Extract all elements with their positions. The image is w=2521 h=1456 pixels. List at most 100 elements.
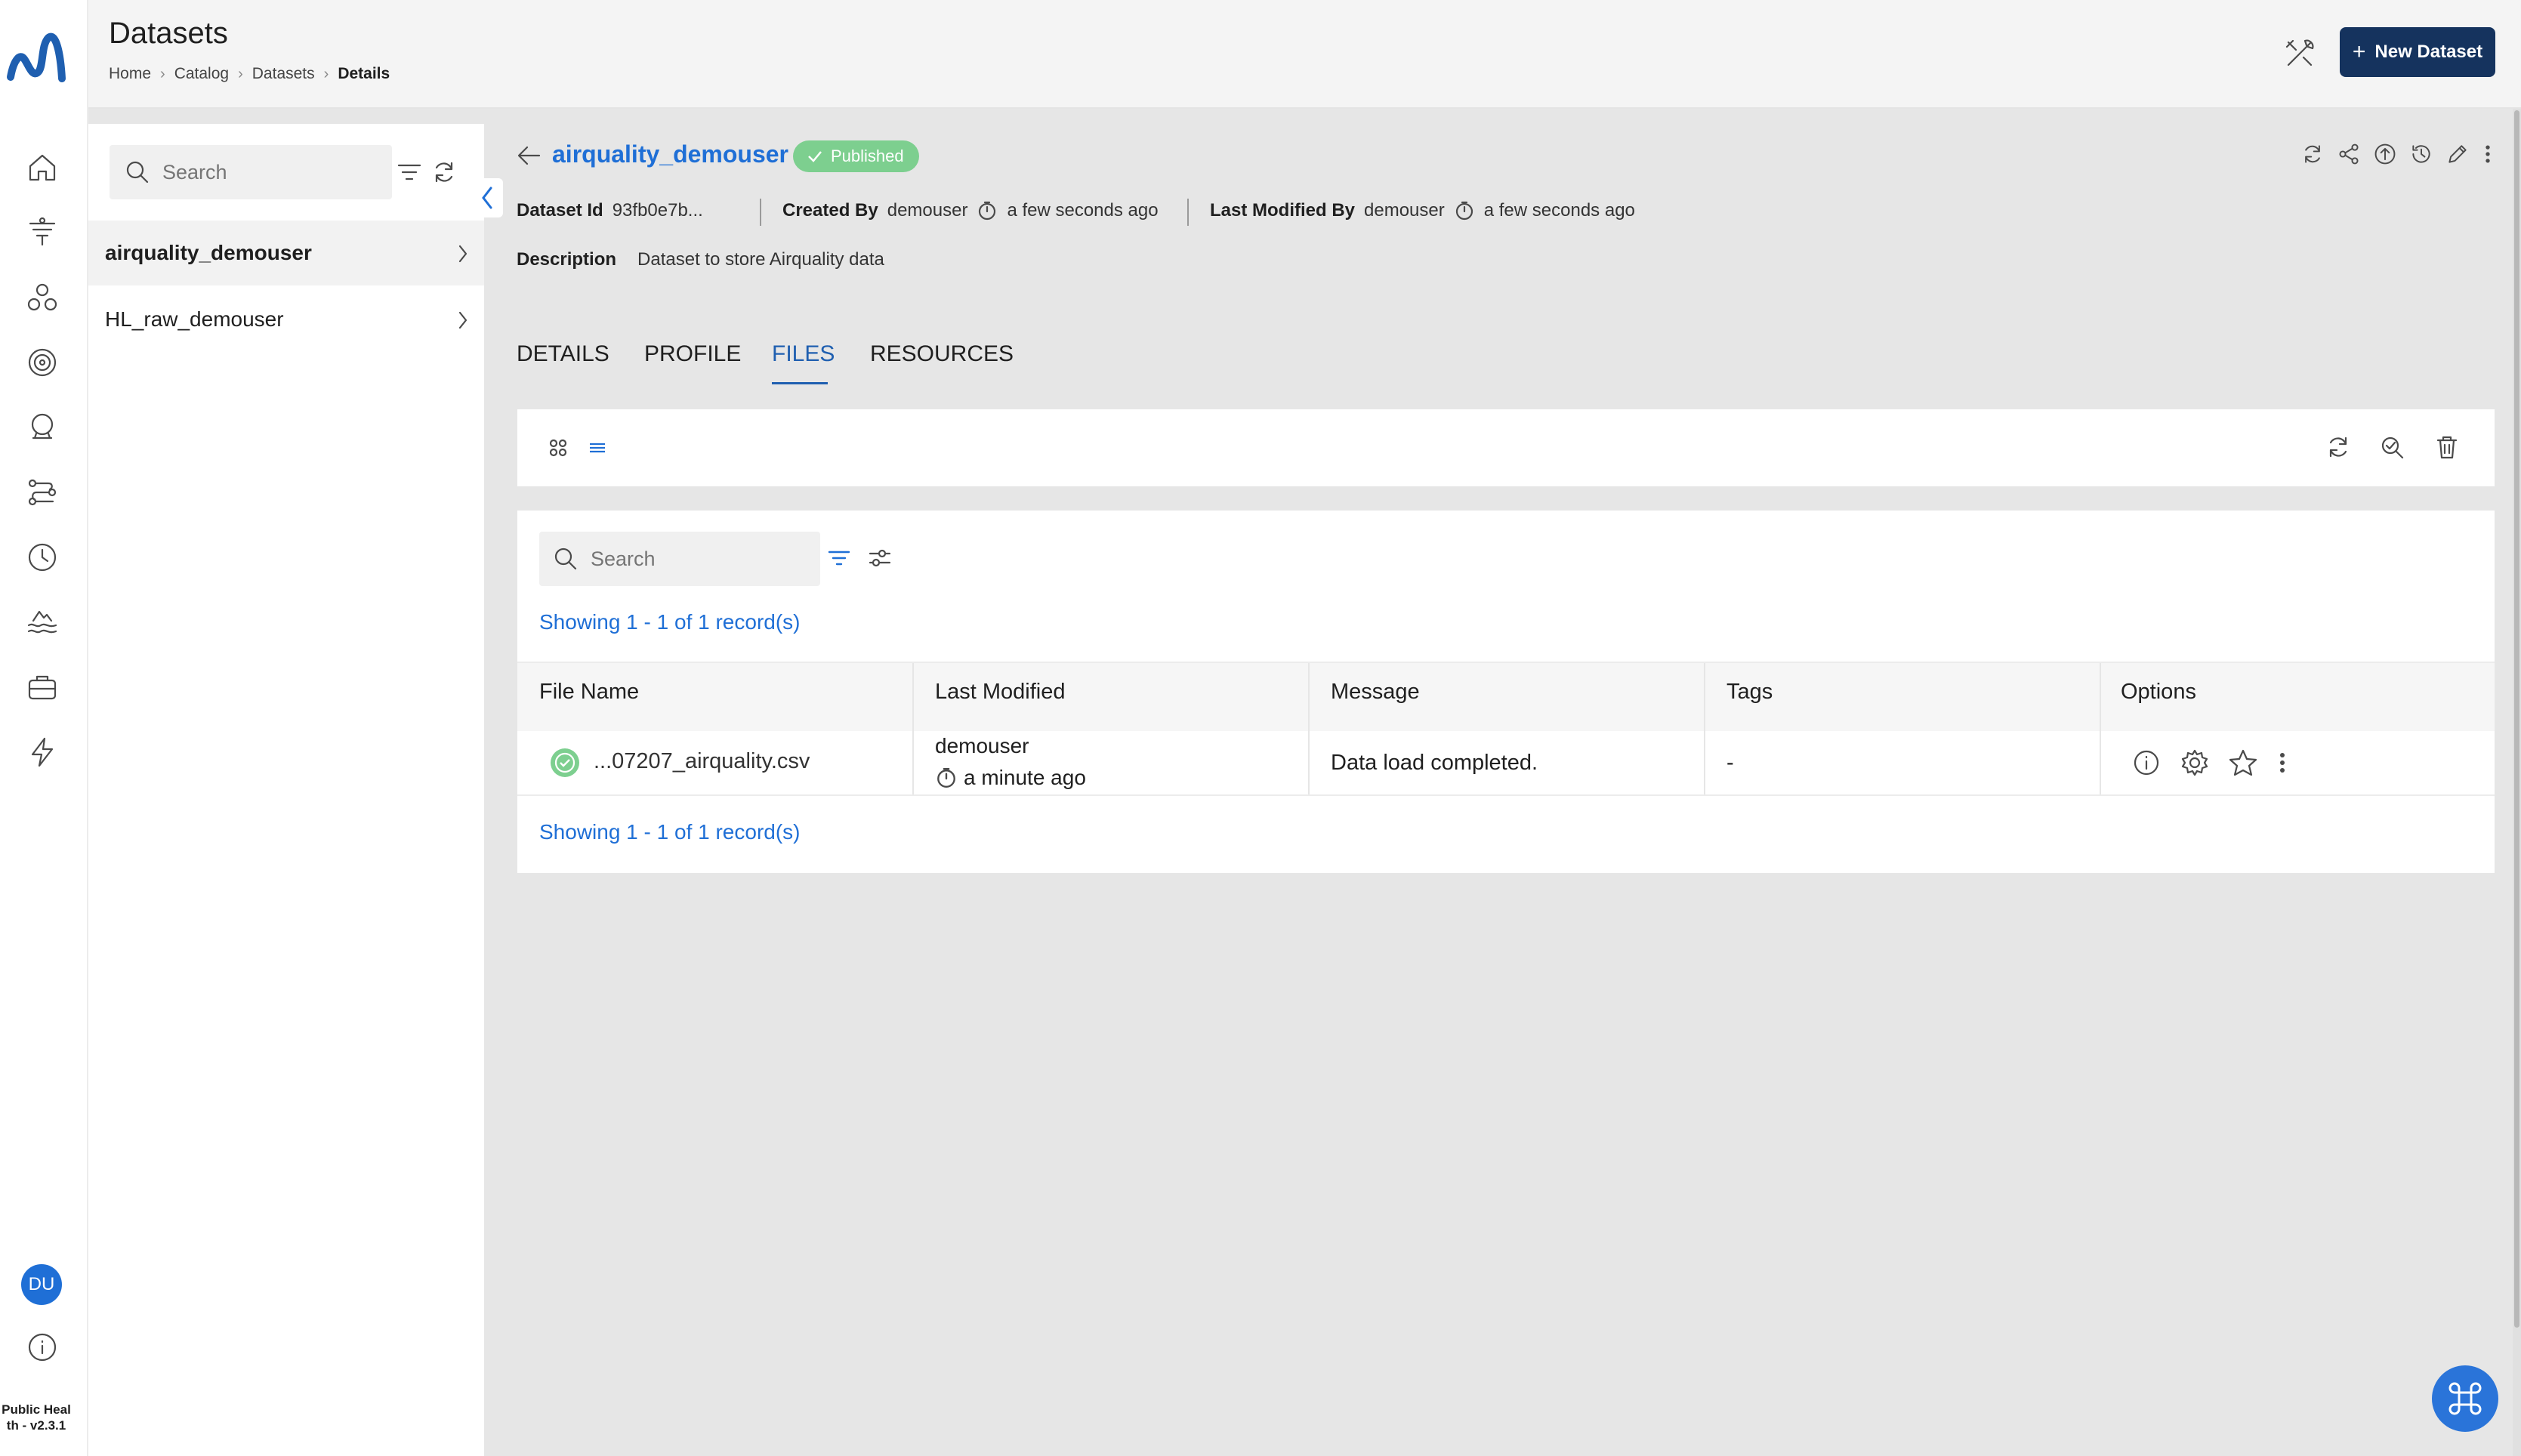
files-search-input[interactable] (589, 546, 804, 572)
divider (760, 199, 761, 226)
file-name-cell[interactable]: ...07207_airquality.csv (594, 749, 810, 774)
star-icon[interactable] (2228, 748, 2258, 778)
description-label: Description (517, 249, 617, 270)
share-icon[interactable] (2337, 142, 2361, 166)
upload-icon[interactable] (2373, 142, 2397, 166)
tools-icon[interactable] (2282, 36, 2317, 71)
refresh-icon[interactable] (430, 159, 458, 186)
version-line-2: th - v2.3.1 (6, 1418, 66, 1433)
status-label: Published (831, 147, 904, 165)
column-settings-icon[interactable] (867, 545, 893, 571)
target-icon[interactable] (23, 343, 62, 382)
page-header (88, 0, 2521, 109)
tab-details[interactable]: DETAILS (517, 341, 609, 367)
records-count-bottom: Showing 1 - 1 of 1 record(s) (539, 820, 801, 844)
tab-files[interactable]: FILES (772, 341, 835, 367)
description-value: Dataset to store Airquality data (637, 249, 884, 270)
plus-icon: + (2352, 39, 2366, 64)
timer-icon (935, 767, 958, 789)
refresh-icon[interactable] (2325, 433, 2352, 461)
chevron-right-icon: › (238, 65, 243, 82)
home-icon[interactable] (23, 148, 62, 187)
search-settings-icon[interactable] (2379, 433, 2406, 461)
user-avatar[interactable]: DU (21, 1264, 62, 1305)
list-item-airquality[interactable]: airquality_demouser (88, 221, 484, 285)
page-title: Datasets (109, 17, 228, 50)
breadcrumb-catalog[interactable]: Catalog (174, 65, 229, 83)
grid-view-icon[interactable] (547, 436, 569, 459)
modified-time-text: a minute ago (964, 766, 1086, 789)
timer-icon (977, 200, 998, 221)
command-palette-button[interactable] (2432, 1365, 2498, 1432)
modified-by-field: Last Modified By demouser a few seconds … (1210, 200, 1635, 221)
lake-icon[interactable] (23, 603, 62, 642)
dataset-search-box[interactable] (110, 145, 392, 199)
table-header (517, 662, 2495, 733)
status-badge: Published (793, 140, 919, 172)
settings-gear-icon[interactable] (2180, 748, 2210, 778)
back-arrow-icon[interactable] (514, 140, 544, 171)
column-last-modified[interactable]: Last Modified (935, 680, 1066, 705)
list-view-icon[interactable] (586, 436, 609, 459)
refresh-icon[interactable] (2300, 142, 2325, 166)
delete-icon[interactable] (2433, 433, 2461, 461)
more-vertical-icon[interactable] (2276, 749, 2288, 776)
files-search-box[interactable] (539, 532, 820, 586)
row-options (2131, 748, 2288, 778)
pipeline-icon[interactable] (23, 473, 62, 512)
filter-funnel-icon[interactable] (23, 213, 62, 252)
collapse-panel-button[interactable] (473, 178, 503, 217)
breadcrumb: Home › Catalog › Datasets › Details (109, 65, 390, 83)
created-by-field: Created By demouser a few seconds ago (782, 200, 1159, 221)
detail-actions (2300, 142, 2494, 166)
column-message[interactable]: Message (1331, 680, 1420, 705)
new-dataset-label: New Dataset (2374, 42, 2483, 62)
info-icon[interactable] (2131, 748, 2162, 778)
modified-by-value: demouser (1364, 200, 1445, 221)
tab-profile[interactable]: PROFILE (644, 341, 741, 367)
filter-icon[interactable] (826, 545, 852, 571)
created-time: a few seconds ago (1007, 200, 1159, 221)
list-item-label: HL_raw_demouser (105, 307, 284, 331)
briefcase-icon[interactable] (23, 668, 62, 707)
success-check-icon (548, 746, 582, 779)
files-toolbar (517, 409, 2495, 486)
dataset-id-value: 93fb0e7b... (612, 200, 703, 221)
bolt-icon[interactable] (23, 733, 62, 772)
edit-pencil-icon[interactable] (2445, 142, 2470, 166)
tab-resources[interactable]: RESOURCES (870, 341, 1014, 367)
crystal-ball-icon[interactable] (23, 408, 62, 447)
more-vertical-icon[interactable] (2482, 142, 2494, 166)
dataset-id-field: Dataset Id 93fb0e7b... (517, 200, 703, 221)
modified-by-label: Last Modified By (1210, 200, 1356, 221)
modified-time-cell: a minute ago (935, 766, 1086, 790)
history-icon[interactable] (2409, 142, 2433, 166)
chevron-right-icon (455, 310, 471, 331)
filter-icon[interactable] (396, 159, 423, 186)
column-tags[interactable]: Tags (1726, 680, 1773, 705)
active-tab-indicator (772, 382, 828, 384)
dataset-search-input[interactable] (161, 159, 375, 185)
scrollbar-thumb[interactable] (2514, 110, 2519, 1328)
divider (1187, 199, 1189, 226)
timer-icon (1454, 200, 1475, 221)
clock-icon[interactable] (23, 538, 62, 577)
list-item-hl-raw[interactable]: HL_raw_demouser (88, 287, 484, 352)
column-file-name[interactable]: File Name (539, 680, 639, 705)
tags-cell: - (1726, 751, 1734, 775)
column-divider (1308, 663, 1310, 794)
search-icon (553, 546, 579, 572)
column-options[interactable]: Options (2121, 680, 2196, 705)
description-field: Description Dataset to store Airquality … (517, 249, 884, 270)
breadcrumb-datasets[interactable]: Datasets (252, 65, 315, 83)
modified-time: a few seconds ago (1483, 200, 1635, 221)
message-cell: Data load completed. (1331, 751, 1538, 775)
column-divider (2100, 663, 2101, 794)
info-icon[interactable] (23, 1328, 62, 1367)
breadcrumb-home[interactable]: Home (109, 65, 151, 83)
left-nav-rail: DU Public Heal th - v2.3.1 (0, 0, 88, 1456)
cluster-icon[interactable] (23, 278, 62, 317)
new-dataset-button[interactable]: + New Dataset (2340, 27, 2495, 77)
chevron-right-icon: › (323, 65, 329, 82)
app-logo[interactable] (6, 30, 69, 88)
